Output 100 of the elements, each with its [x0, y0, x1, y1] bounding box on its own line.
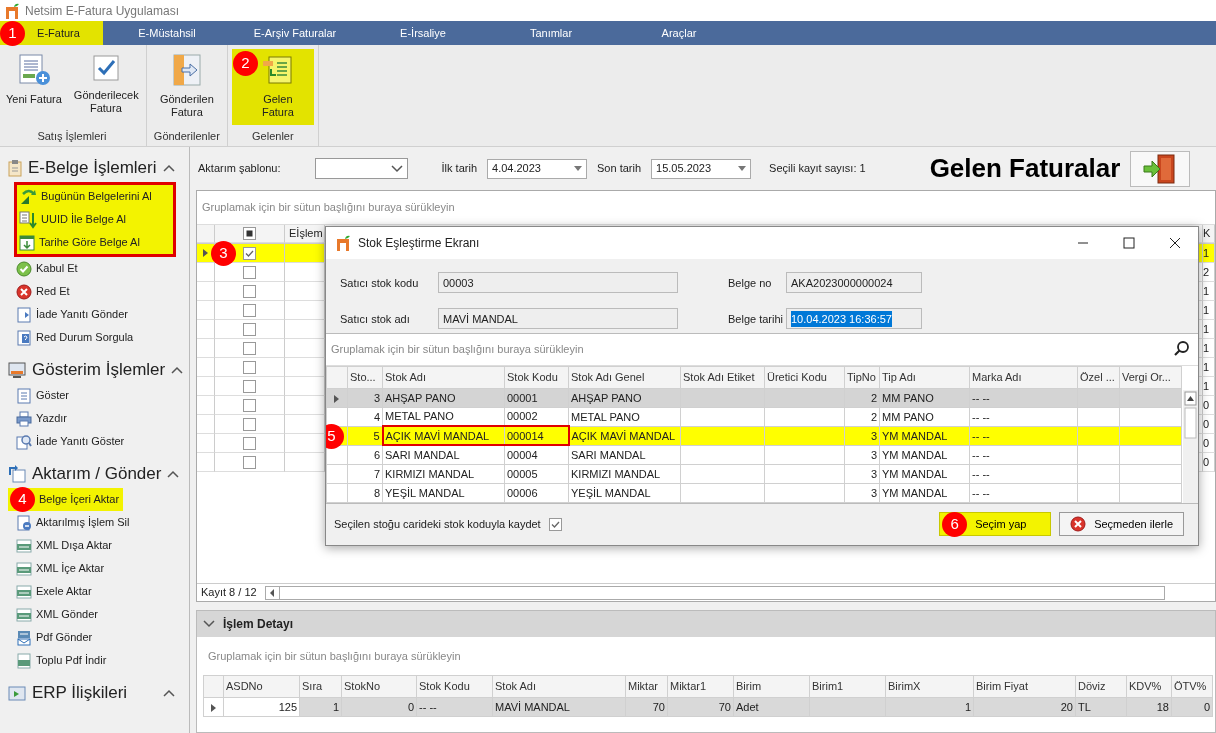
sidebar-item[interactable]: XML Gönder: [8, 603, 102, 626]
checkbox[interactable]: [243, 341, 256, 355]
column-header[interactable]: Marka Adı: [969, 366, 1078, 389]
curved-arrow-icon: [19, 187, 37, 206]
menu-tab[interactable]: E-Arşiv Faturalar: [231, 21, 359, 45]
chevron-up-icon[interactable]: [171, 366, 184, 374]
table-row[interactable]: 3 AHŞAP PANO 00001 AHŞAP PANO 2 MM PANO -- --: [326, 388, 1182, 408]
column-header[interactable]: Stok Adı Etiket: [680, 366, 765, 389]
menu-tab[interactable]: E-İrsaliye: [359, 21, 487, 45]
menu-tab[interactable]: 1 E-Fatura: [0, 21, 103, 45]
table-cell: 000014: [504, 426, 569, 446]
column-header[interactable]: BirimX: [885, 675, 974, 698]
checkbox[interactable]: [243, 417, 256, 431]
column-header[interactable]: KDV%: [1126, 675, 1172, 698]
column-header[interactable]: Stok Adı: [492, 675, 626, 698]
column-header[interactable]: Sto...: [347, 366, 383, 389]
template-dropdown[interactable]: [314, 158, 408, 179]
sidebar-item[interactable]: Toplu Pdf İndir: [8, 649, 111, 672]
checkbox[interactable]: [243, 379, 256, 393]
table-row[interactable]: 7 KIRMIZI MANDAL 00005 KIRMIZI MANDAL 3 YM MANDAL -- --: [326, 464, 1182, 484]
sidebar-item[interactable]: UUID İle Belge Al: [17, 208, 173, 231]
chevron-up-icon[interactable]: [167, 470, 180, 478]
column-header[interactable]: StokNo: [341, 675, 417, 698]
column-header[interactable]: ASDNo: [223, 675, 300, 698]
sidebar-item[interactable]: Pdf Gönder: [8, 626, 97, 649]
column-header[interactable]: TipNo: [844, 366, 880, 389]
column-header[interactable]: K: [1203, 225, 1211, 242]
sidebar-item[interactable]: XML Dışa Aktar: [8, 534, 116, 557]
document-icon: [16, 387, 32, 404]
sidebar-item[interactable]: 4 Belge İçeri Aktar: [8, 488, 124, 511]
menu-tab[interactable]: Araçlar: [615, 21, 743, 45]
start-date-field[interactable]: 4.04.2023: [487, 158, 587, 179]
section-title[interactable]: Gösterim İşlemler: [32, 357, 166, 383]
menu-tab[interactable]: Tanımlar: [487, 21, 615, 45]
checkbox[interactable]: [243, 265, 256, 279]
sidebar-item[interactable]: Yazdır: [8, 407, 71, 430]
dialog-button[interactable]: 6 Seçim yap: [939, 512, 1052, 537]
chevron-up-icon[interactable]: [163, 164, 175, 172]
column-header[interactable]: Birim Fiyat: [973, 675, 1076, 698]
section-title[interactable]: Aktarım / Gönder: [32, 461, 162, 487]
ribbon-button[interactable]: 2 Gelen Fatura: [231, 49, 314, 125]
column-header[interactable]: Eİşlem: [285, 225, 323, 242]
column-header[interactable]: Stok Kodu: [504, 366, 569, 389]
checkbox[interactable]: [243, 284, 256, 298]
sidebar-item[interactable]: Göster: [8, 384, 73, 407]
ribbon-button[interactable]: Yeni Fatura: [2, 49, 66, 125]
sidebar-item[interactable]: İade Yanıtı Gönder: [8, 303, 132, 326]
table-row[interactable]: 8 YEŞİL MANDAL 00006 YEŞİL MANDAL 3 YM MANDAL -- --: [326, 483, 1182, 503]
sidebar-item[interactable]: Red Durum Sorgula: [8, 326, 138, 349]
sidebar-item[interactable]: XML İçe Aktar: [8, 557, 109, 580]
checkbox[interactable]: [243, 227, 256, 240]
dialog-button[interactable]: Seçmeden ilerle: [1059, 512, 1184, 537]
checkbox[interactable]: [243, 360, 256, 374]
table-row[interactable]: 6 SARI MANDAL 00004 SARI MANDAL 3 YM MANDAL -- --: [326, 445, 1182, 465]
table-cell: -- --: [969, 445, 1078, 465]
checkbox[interactable]: [243, 303, 256, 317]
sidebar-item[interactable]: Tarihe Göre Belge Al: [17, 231, 173, 254]
column-header[interactable]: Stok Adı Genel: [568, 366, 681, 389]
checkbox[interactable]: [243, 455, 256, 469]
checkbox[interactable]: [243, 398, 256, 412]
read-only-field[interactable]: 00003: [438, 272, 678, 294]
sidebar-item[interactable]: Red Et: [8, 280, 74, 303]
column-header[interactable]: Sıra: [299, 675, 342, 698]
column-header[interactable]: Döviz: [1075, 675, 1127, 698]
end-date-field[interactable]: 15.05.2023: [651, 158, 752, 179]
column-header[interactable]: Birim: [733, 675, 810, 698]
sidebar-item[interactable]: Exele Aktar: [8, 580, 96, 603]
chevron-up-icon[interactable]: [163, 689, 175, 697]
sidebar-item[interactable]: Aktarılmış İşlem Sil: [8, 511, 134, 534]
section-title[interactable]: E-Belge İşlemleri: [28, 155, 157, 181]
column-header[interactable]: ÖTV%: [1171, 675, 1213, 698]
column-header[interactable]: Stok Adı: [382, 366, 505, 389]
table-row[interactable]: 5 5 AÇIK MAVİ MANDAL 000014 AÇIK MAVİ MANDAL 3 YM MANDAL -- --: [326, 426, 1182, 446]
column-header[interactable]: Birim1: [809, 675, 886, 698]
sidebar-item[interactable]: Kabul Et: [8, 257, 82, 280]
section-title[interactable]: ERP İlişkileri: [32, 680, 128, 706]
ribbon-button[interactable]: Gönderilen Fatura: [150, 49, 223, 125]
read-only-field[interactable]: AKA2023000000024: [786, 272, 922, 294]
chevron-down-icon[interactable]: [203, 620, 215, 628]
exit-button[interactable]: [1130, 150, 1191, 187]
ribbon-button[interactable]: Gönderilecek Fatura: [69, 49, 142, 125]
column-header[interactable]: Vergi Or...: [1119, 366, 1182, 389]
column-header[interactable]: Stok Kodu: [416, 675, 493, 698]
checkbox[interactable]: [548, 517, 562, 531]
column-header[interactable]: Miktar1: [667, 675, 734, 698]
sidebar-item[interactable]: İade Yanıtı Göster: [8, 430, 129, 453]
check-circle-icon: [16, 260, 32, 277]
checkbox[interactable]: [243, 322, 256, 336]
table-cell: YEŞİL MANDAL: [568, 483, 681, 503]
menu-tab[interactable]: E-Müstahsil: [103, 21, 231, 45]
column-header[interactable]: Tip Adı: [879, 366, 970, 389]
checkbox[interactable]: [243, 246, 256, 260]
sidebar-item[interactable]: Bugünün Belgelerini Al: [17, 185, 173, 208]
column-header[interactable]: Özel ...: [1077, 366, 1120, 389]
column-header[interactable]: Üretici Kodu: [764, 366, 845, 389]
read-only-field[interactable]: MAVİ MANDAL: [438, 308, 678, 330]
column-header[interactable]: Miktar: [625, 675, 668, 698]
read-only-field[interactable]: 10.04.2023 16:36:57: [786, 308, 922, 330]
checkbox[interactable]: [243, 436, 256, 450]
table-cell-text: 1: [1203, 359, 1210, 375]
